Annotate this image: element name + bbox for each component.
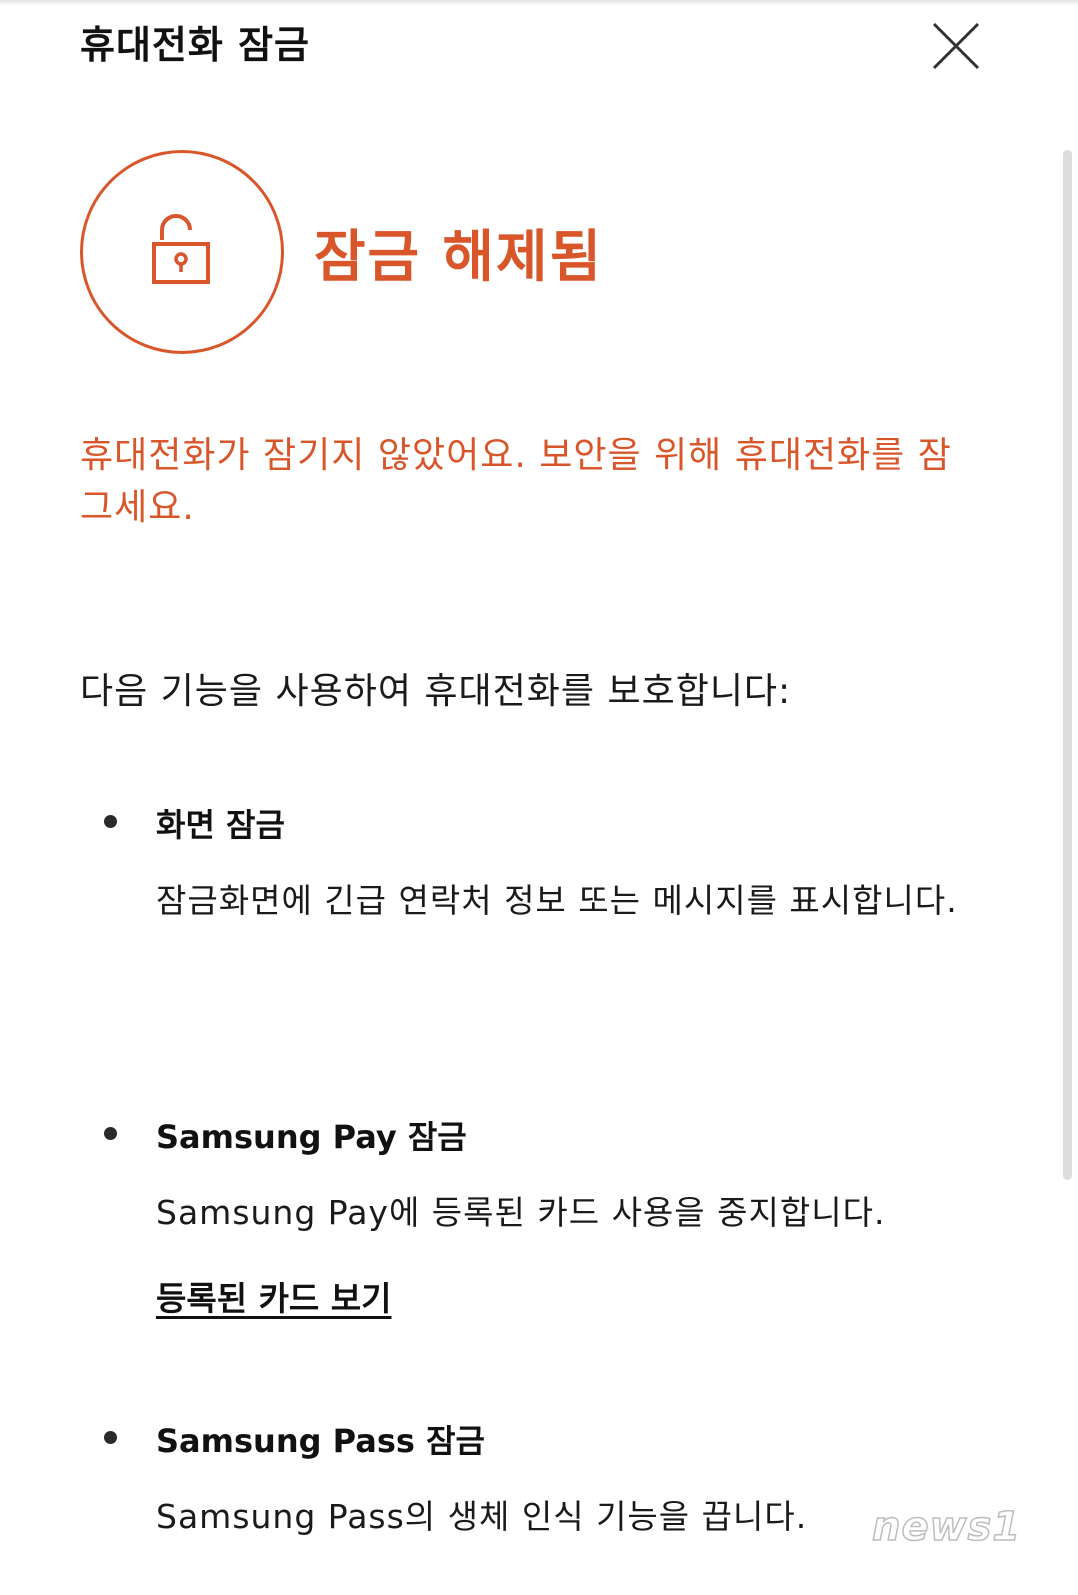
feature-title-screen-lock: 화면 잠금 (156, 806, 285, 844)
view-registered-cards-link[interactable]: 등록된 카드 보기 (156, 1272, 392, 1320)
top-shadow (0, 0, 1078, 6)
news1-watermark: news1 (871, 1498, 1052, 1560)
close-icon[interactable] (928, 18, 984, 74)
watermark-text: news1 (871, 1503, 1022, 1551)
status-title: 잠금 해제됨 (314, 225, 604, 290)
feature-title-samsung-pay: Samsung Pay 잠금 (156, 1118, 467, 1156)
lock-phone-page: 휴대전화 잠금 잠금 해제됨 휴대전화가 잠기지 않았어요. 보안을 위해 휴대… (0, 0, 1078, 1595)
page-title: 휴대전화 잠금 (80, 23, 310, 67)
bullet-icon (104, 815, 117, 828)
bullet-icon (104, 1127, 117, 1140)
feature-description-samsung-pay: Samsung Pay에 등록된 카드 사용을 중지합니다. (156, 1193, 886, 1232)
close-button[interactable] (928, 18, 984, 74)
warning-message: 휴대전화가 잠기지 않았어요. 보안을 위해 휴대전화를 잠그세요. (80, 435, 952, 528)
intro-text: 다음 기능을 사용하여 휴대전화를 보호합니다: (80, 671, 792, 712)
scrollbar[interactable] (1063, 150, 1072, 1180)
feature-description-screen-lock: 잠금화면에 긴급 연락처 정보 또는 메시지를 표시합니다. (156, 881, 958, 920)
unlock-icon (140, 210, 220, 290)
feature-title-samsung-pass: Samsung Pass 잠금 (156, 1422, 485, 1460)
bullet-icon (104, 1431, 117, 1444)
